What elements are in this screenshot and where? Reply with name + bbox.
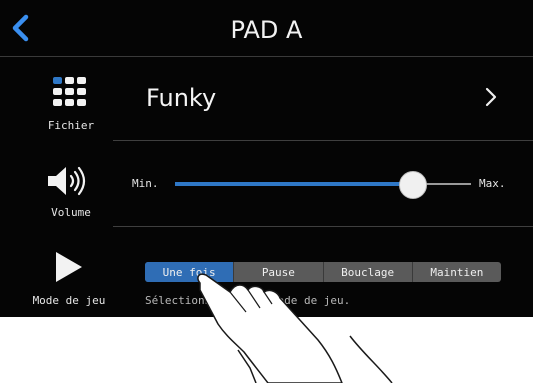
play-icon <box>54 250 84 284</box>
play-mode-hint: Sélectionnez la méthode de jeu. <box>145 294 351 307</box>
mode-option-bouclage[interactable]: Bouclage <box>324 262 413 282</box>
speaker-icon <box>46 164 90 198</box>
file-name: Funky <box>146 84 217 112</box>
play-mode-icon-label: Mode de jeu <box>32 294 106 307</box>
header-bar: PAD A <box>0 0 533 57</box>
row-divider <box>113 140 533 141</box>
volume-min-label: Min. <box>132 177 159 190</box>
chevron-right-icon[interactable] <box>483 85 499 109</box>
file-icon-label: Fichier <box>47 119 95 132</box>
volume-row: Volume Min. Max. <box>0 142 533 227</box>
volume-slider-fill <box>175 182 412 186</box>
play-mode-selector: Une fois Pause Bouclage Maintien <box>145 262 501 282</box>
page-title: PAD A <box>230 16 303 44</box>
volume-max-label: Max. <box>479 177 506 190</box>
mode-option-une-fois[interactable]: Une fois <box>145 262 235 282</box>
volume-slider-thumb[interactable] <box>398 171 427 199</box>
mode-option-maintien[interactable]: Maintien <box>413 262 501 282</box>
file-row[interactable]: Fichier Funky <box>0 57 533 141</box>
play-mode-row: Mode de jeu Une fois Pause Bouclage Main… <box>0 228 533 317</box>
volume-icon-label: Volume <box>51 206 91 219</box>
pad-settings-screen: PAD A Fichier Funky Volume Min. Max. Mod… <box>0 0 533 317</box>
grid-icon <box>53 77 87 107</box>
mode-option-pause[interactable]: Pause <box>234 262 324 282</box>
row-divider <box>113 226 533 227</box>
